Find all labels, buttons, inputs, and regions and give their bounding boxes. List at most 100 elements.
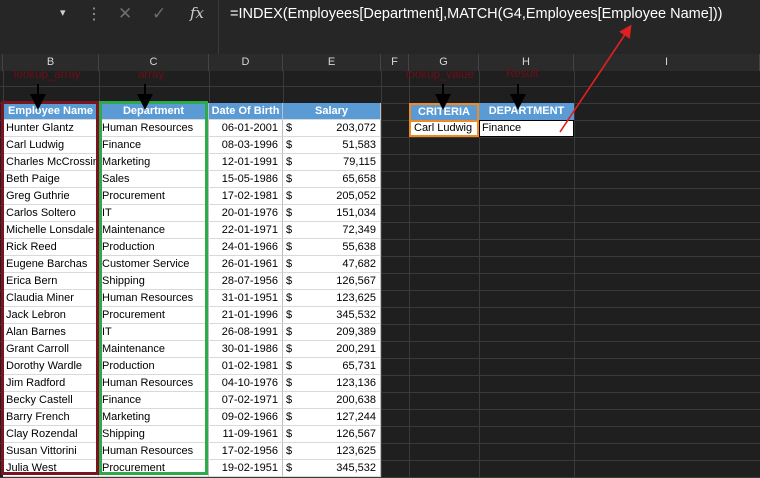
date-of-birth-cell[interactable]: 12-01-1991 bbox=[209, 154, 283, 171]
date-of-birth-cell[interactable]: 17-02-1981 bbox=[209, 188, 283, 205]
criteria-value-cell[interactable]: Carl Ludwig bbox=[409, 120, 479, 137]
salary-amount: 123,625 bbox=[336, 292, 376, 304]
currency-symbol: $ bbox=[286, 207, 293, 219]
date-of-birth-cell[interactable]: 11-09-1961 bbox=[209, 426, 283, 443]
worksheet-grid[interactable]: Employee Name Department Date Of Birth S… bbox=[0, 68, 760, 478]
currency-symbol: $ bbox=[286, 292, 293, 304]
salary-cell[interactable]: $79,115 bbox=[283, 154, 381, 171]
currency-symbol: $ bbox=[286, 139, 293, 151]
header-date-of-birth[interactable]: Date Of Birth bbox=[209, 103, 283, 120]
currency-symbol: $ bbox=[286, 309, 293, 321]
date-of-birth-cell[interactable]: 07-02-1971 bbox=[209, 392, 283, 409]
array-highlight bbox=[99, 101, 208, 475]
col-header-i[interactable]: I bbox=[574, 54, 760, 71]
currency-symbol: $ bbox=[286, 360, 293, 372]
salary-cell[interactable]: $123,625 bbox=[283, 443, 381, 460]
salary-cell[interactable]: $209,389 bbox=[283, 324, 381, 341]
department-header[interactable]: DEPARTMENT bbox=[479, 103, 574, 120]
currency-symbol: $ bbox=[286, 377, 293, 389]
header-salary[interactable]: Salary bbox=[283, 103, 381, 120]
date-of-birth-cell[interactable]: 01-02-1981 bbox=[209, 358, 283, 375]
col-header-e[interactable]: E bbox=[283, 54, 381, 71]
salary-cell[interactable]: $203,072 bbox=[283, 120, 381, 137]
salary-cell[interactable]: $65,658 bbox=[283, 171, 381, 188]
currency-symbol: $ bbox=[286, 258, 293, 270]
salary-cell[interactable]: $205,052 bbox=[283, 188, 381, 205]
date-of-birth-cell[interactable]: 26-01-1961 bbox=[209, 256, 283, 273]
formula-bar: ▾ ⋮ ✕ ✓ fx =INDEX(Employees[Department],… bbox=[0, 0, 760, 54]
currency-symbol: $ bbox=[286, 275, 293, 287]
currency-symbol: $ bbox=[286, 343, 293, 355]
salary-amount: 123,136 bbox=[336, 377, 376, 389]
date-of-birth-cell[interactable]: 31-01-1951 bbox=[209, 290, 283, 307]
salary-cell[interactable]: $200,638 bbox=[283, 392, 381, 409]
formula-divider bbox=[218, 0, 219, 54]
salary-amount: 72,349 bbox=[342, 224, 376, 236]
salary-cell[interactable]: $151,034 bbox=[283, 205, 381, 222]
currency-symbol: $ bbox=[286, 394, 293, 406]
cancel-icon[interactable]: ✕ bbox=[118, 4, 132, 24]
salary-cell[interactable]: $47,682 bbox=[283, 256, 381, 273]
currency-symbol: $ bbox=[286, 462, 293, 474]
salary-cell[interactable]: $123,136 bbox=[283, 375, 381, 392]
salary-amount: 51,583 bbox=[342, 139, 376, 151]
salary-cell[interactable]: $51,583 bbox=[283, 137, 381, 154]
salary-cell[interactable]: $55,638 bbox=[283, 239, 381, 256]
salary-cell[interactable]: $200,291 bbox=[283, 341, 381, 358]
salary-amount: 205,052 bbox=[336, 190, 376, 202]
date-of-birth-cell[interactable]: 08-03-1996 bbox=[209, 137, 283, 154]
date-of-birth-cell[interactable]: 28-07-1956 bbox=[209, 273, 283, 290]
more-options-icon[interactable]: ⋮ bbox=[86, 4, 102, 24]
col-header-d[interactable]: D bbox=[209, 54, 283, 71]
lookup-value-label: lookup_value bbox=[406, 69, 474, 81]
name-box-dropdown-icon[interactable]: ▾ bbox=[60, 6, 66, 19]
date-of-birth-cell[interactable]: 04-10-1976 bbox=[209, 375, 283, 392]
salary-cell[interactable]: $65,731 bbox=[283, 358, 381, 375]
array-label: array bbox=[138, 69, 165, 81]
salary-cell[interactable]: $123,625 bbox=[283, 290, 381, 307]
salary-cell[interactable]: $345,532 bbox=[283, 460, 381, 477]
result-label: Result bbox=[506, 68, 539, 80]
result-value-cell[interactable]: Finance bbox=[479, 120, 574, 137]
currency-symbol: $ bbox=[286, 122, 293, 134]
salary-cell[interactable]: $126,567 bbox=[283, 273, 381, 290]
date-of-birth-cell[interactable]: 30-01-1986 bbox=[209, 341, 283, 358]
col-header-f[interactable]: F bbox=[381, 54, 409, 71]
criteria-header[interactable]: CRITERIA bbox=[409, 103, 479, 120]
date-of-birth-cell[interactable]: 26-08-1991 bbox=[209, 324, 283, 341]
date-of-birth-cell[interactable]: 24-01-1966 bbox=[209, 239, 283, 256]
date-of-birth-cell[interactable]: 15-05-1986 bbox=[209, 171, 283, 188]
date-of-birth-cell[interactable]: 19-02-1951 bbox=[209, 460, 283, 477]
salary-amount: 345,532 bbox=[336, 309, 376, 321]
lookup-array-highlight bbox=[1, 101, 99, 475]
salary-cell[interactable]: $72,349 bbox=[283, 222, 381, 239]
salary-amount: 345,532 bbox=[336, 462, 376, 474]
salary-cell[interactable]: $127,244 bbox=[283, 409, 381, 426]
salary-cell[interactable]: $126,567 bbox=[283, 426, 381, 443]
currency-symbol: $ bbox=[286, 156, 293, 168]
insert-function-button[interactable]: fx bbox=[190, 4, 204, 22]
date-of-birth-cell[interactable]: 09-02-1966 bbox=[209, 409, 283, 426]
salary-cell[interactable]: $345,532 bbox=[283, 307, 381, 324]
salary-amount: 65,658 bbox=[342, 173, 376, 185]
salary-amount: 65,731 bbox=[342, 360, 376, 372]
date-of-birth-cell[interactable]: 20-01-1976 bbox=[209, 205, 283, 222]
currency-symbol: $ bbox=[286, 224, 293, 236]
salary-amount: 123,625 bbox=[336, 445, 376, 457]
salary-amount: 47,682 bbox=[342, 258, 376, 270]
salary-amount: 200,638 bbox=[336, 394, 376, 406]
salary-amount: 55,638 bbox=[342, 241, 376, 253]
salary-amount: 126,567 bbox=[336, 428, 376, 440]
date-of-birth-cell[interactable]: 06-01-2001 bbox=[209, 120, 283, 137]
enter-icon[interactable]: ✓ bbox=[152, 4, 166, 24]
currency-symbol: $ bbox=[286, 173, 293, 185]
currency-symbol: $ bbox=[286, 326, 293, 338]
currency-symbol: $ bbox=[286, 411, 293, 423]
salary-amount: 127,244 bbox=[336, 411, 376, 423]
lookup-array-label: lookup_array bbox=[14, 69, 81, 81]
date-of-birth-cell[interactable]: 22-01-1971 bbox=[209, 222, 283, 239]
salary-amount: 203,072 bbox=[336, 122, 376, 134]
date-of-birth-cell[interactable]: 17-02-1956 bbox=[209, 443, 283, 460]
formula-input[interactable]: =INDEX(Employees[Department],MATCH(G4,Em… bbox=[230, 6, 722, 22]
date-of-birth-cell[interactable]: 21-01-1996 bbox=[209, 307, 283, 324]
